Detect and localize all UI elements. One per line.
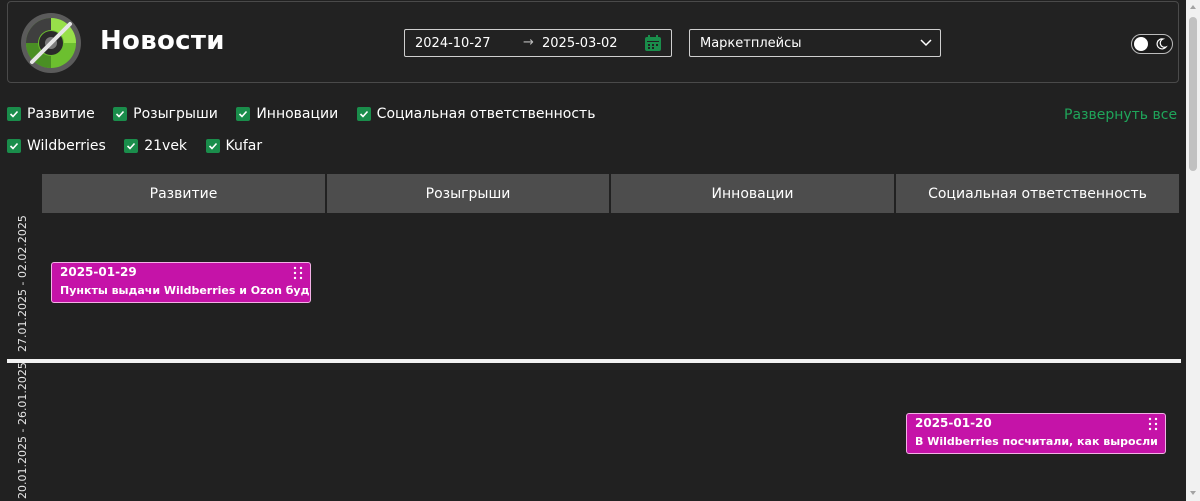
filter-innovations[interactable]: Инновации [236,106,338,122]
category-filters: Развитие Розыгрыши Инновации Социальная … [7,106,609,123]
moon-icon [1156,38,1168,50]
marketplace-filters: Wildberries 21vek Kufar [7,138,276,155]
logo-icon [21,13,81,73]
news-card[interactable]: 2025-01-20 В Wildberries посчитали, как … [906,413,1166,454]
news-card-title: Пункты выдачи Wildberries и Ozon будут [60,284,311,297]
filter-label: 21vek [144,138,188,154]
checkbox-checked-icon[interactable] [205,139,220,153]
filter-kufar[interactable]: Kufar [205,138,263,154]
calendar-icon[interactable] [644,34,662,52]
column-header-innovations: Инновации [611,174,894,213]
week-range-label: 20.01.2025 - 26.01.2025 [16,362,29,499]
page-title: Новости [100,26,225,56]
filter-label: Инновации [256,106,339,122]
date-from-input[interactable]: 2024-10-27 [415,36,491,51]
filter-label: Развитие [27,106,95,122]
news-card[interactable]: 2025-01-29 Пункты выдачи Wildberries и O… [51,262,311,303]
vertical-scrollbar[interactable] [1186,0,1200,501]
checkbox-checked-icon[interactable] [124,139,139,153]
marketplace-select[interactable]: Маркетплейсы [689,29,941,57]
drag-dots-icon[interactable] [1148,417,1158,431]
filter-label: Розыгрыши [133,106,218,122]
column-header-social-responsibility: Социальная ответственность [896,174,1179,213]
news-card-date: 2025-01-20 [915,416,992,430]
checkbox-checked-icon[interactable] [236,107,251,121]
week-divider [7,359,1181,363]
filter-label: Wildberries [27,138,106,154]
news-card-date: 2025-01-29 [60,265,137,279]
theme-toggle[interactable] [1131,34,1173,54]
scrollbar-thumb[interactable] [1189,17,1197,171]
scroll-up-icon[interactable] [1189,3,1197,11]
checkbox-checked-icon[interactable] [113,107,128,121]
filter-label: Социальная ответственность [376,106,596,122]
scroll-down-icon[interactable] [1189,489,1197,497]
filter-giveaways[interactable]: Розыгрыши [113,106,218,122]
column-header-giveaways: Розыгрыши [327,174,609,213]
expand-all-button[interactable]: Развернуть все [1064,107,1177,123]
checkbox-checked-icon[interactable] [7,107,21,121]
range-arrow-icon: → [523,35,534,50]
filter-21vek[interactable]: 21vek [124,138,187,154]
column-header-development: Развитие [42,174,325,213]
chevron-down-icon [920,39,932,47]
marketplace-select-value: Маркетплейсы [700,36,802,51]
date-to-input[interactable]: 2025-03-02 [542,36,618,51]
filter-label: Kufar [225,138,263,154]
drag-dots-icon[interactable] [293,266,303,280]
header-panel: Новости 2024-10-27 → 2025-03-02 Маркетпл… [7,1,1179,83]
filter-development[interactable]: Развитие [7,106,95,122]
date-range-picker[interactable]: 2024-10-27 → 2025-03-02 [404,29,672,57]
week-range-label: 27.01.2025 - 02.02.2025 [16,215,29,352]
news-card-title: В Wildberries посчитали, как выросли [915,435,1158,448]
filter-social-responsibility[interactable]: Социальная ответственность [356,106,596,122]
toggle-knob [1134,37,1148,51]
checkbox-checked-icon[interactable] [356,107,371,121]
filter-wildberries[interactable]: Wildberries [7,138,106,154]
checkbox-checked-icon[interactable] [7,139,21,153]
